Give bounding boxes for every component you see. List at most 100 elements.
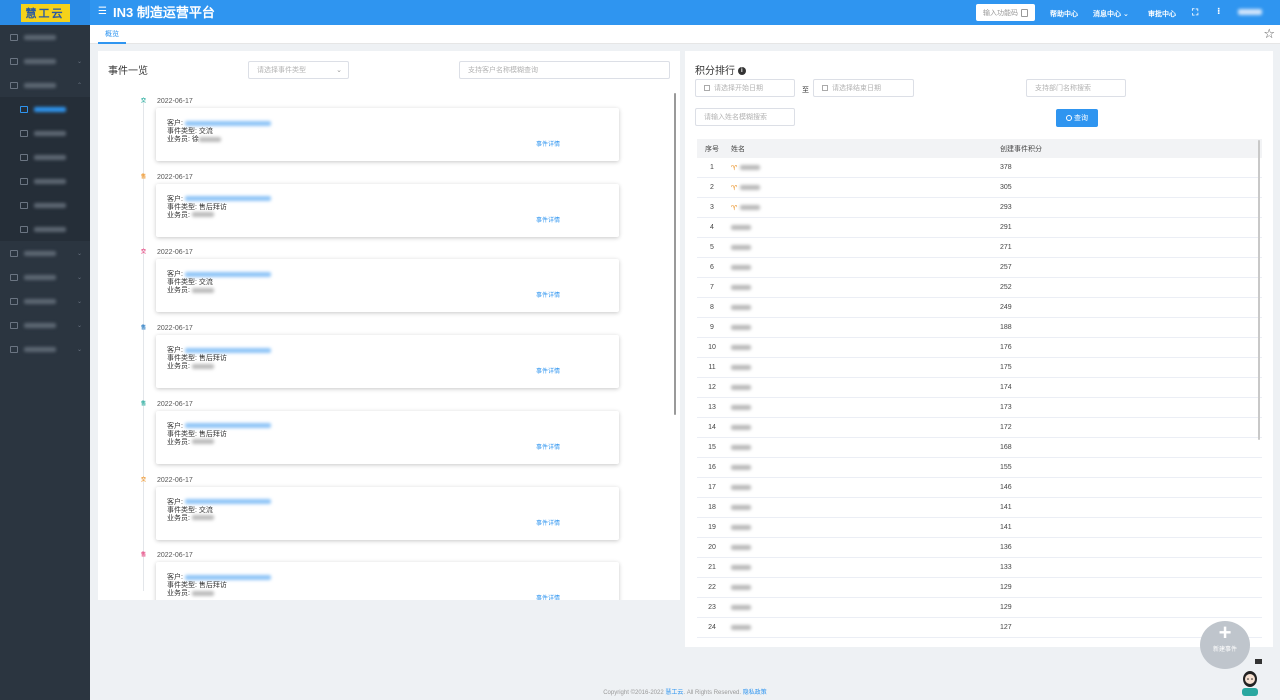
logo[interactable]: 慧工云 (0, 0, 90, 25)
quick-code-input[interactable]: 输入功能码 (976, 4, 1035, 21)
customer-name-link[interactable] (184, 574, 271, 580)
vertical-dots-icon[interactable]: ⁝ (1217, 6, 1220, 17)
table-row: 14 172 (697, 418, 1262, 438)
top-bar: 慧工云 ☰ IN3 制造运营平台 输入功能码 帮助中心 消息中心 ⌄ 审批中心 … (0, 0, 1280, 25)
score-cell: 249 (1000, 304, 1012, 311)
end-date-input[interactable]: 请选择结束日期 (813, 79, 914, 97)
rank-cell: 3 (710, 204, 714, 211)
sidebar-item-sub-4[interactable] (0, 169, 90, 193)
event-type: 事件类型: 售后拜访 (167, 430, 227, 438)
hamburger-icon[interactable]: ☰ (98, 7, 107, 17)
score-cell: 271 (1000, 244, 1012, 251)
customer-name-link[interactable] (184, 499, 271, 505)
customer-name-link[interactable] (184, 120, 271, 126)
timeline-dot: 售 (140, 552, 146, 559)
name-cell (727, 225, 997, 230)
event-date: 2022-06-17 (157, 98, 193, 105)
events-scrollbar[interactable] (674, 93, 676, 415)
score-cell: 129 (1000, 604, 1012, 611)
sidebar-item-menu-2[interactable]: ⌄ (0, 49, 90, 73)
score-cell: 146 (1000, 484, 1012, 491)
sidebar-item-home[interactable] (0, 25, 90, 49)
event-date: 2022-06-17 (157, 552, 193, 560)
event-detail-link[interactable]: 事件详情 (536, 292, 560, 300)
approval-center-link[interactable]: 审批中心 (1148, 9, 1176, 19)
sidebar-item-menu-4[interactable]: ⌄ (0, 241, 90, 265)
footer-brand-link[interactable]: 慧工云 (665, 690, 683, 696)
sidebar-item-menu-8[interactable]: ⌄ (0, 337, 90, 361)
sidebar-item-sub-5[interactable] (0, 193, 90, 217)
rank-cell: 22 (708, 584, 716, 591)
help-center-link[interactable]: 帮助中心 (1050, 9, 1078, 19)
name-cell (727, 445, 997, 450)
fullscreen-icon[interactable]: ⛶ (1192, 7, 1198, 18)
event-card: 客户: 事件类型: 售后拜访 业务员: 事件详情 (156, 410, 619, 464)
event-card: 客户: 事件类型: 售后拜访 业务员: 事件详情 (156, 183, 619, 237)
chevron-down-icon: ⌄ (76, 250, 82, 257)
event-detail-link[interactable]: 事件详情 (536, 595, 560, 600)
star-icon[interactable]: ☆ (1263, 26, 1275, 42)
event-type: 事件类型: 售后拜访 (167, 203, 227, 211)
name-cell (727, 505, 997, 510)
event-detail-link[interactable]: 事件详情 (536, 141, 560, 149)
event-staff: 业务员: (167, 363, 214, 371)
timeline-dot: 售 (140, 325, 146, 332)
rank-cell: 24 (708, 624, 716, 631)
chevron-down-icon: ⌄ (336, 67, 342, 74)
rank-cell: 5 (710, 244, 714, 251)
event-detail-link[interactable]: 事件详情 (536, 217, 560, 225)
customer-name-link[interactable] (184, 423, 271, 429)
chart-icon (20, 225, 28, 233)
folder-icon (10, 81, 18, 89)
timeline-dot: 售 (140, 173, 146, 180)
sidebar-item-menu-7[interactable]: ⌄ (0, 313, 90, 337)
score-cell: 188 (1000, 324, 1012, 331)
event-detail-link[interactable]: 事件详情 (536, 368, 560, 376)
table-row: 3 ♈ 293 (697, 198, 1262, 218)
score-cell: 141 (1000, 504, 1012, 511)
name-cell (727, 625, 997, 630)
name-cell (727, 565, 997, 570)
event-staff: 业务员: 徐 (167, 136, 221, 144)
table-row: 6 257 (697, 258, 1262, 278)
event-type-select[interactable]: 请选择事件类型 ⌄ (248, 61, 349, 79)
rank-cell: 21 (708, 564, 716, 571)
rank-cell: 10 (708, 344, 716, 351)
privacy-link[interactable]: 隐私政策 (743, 690, 767, 696)
sidebar-item-overview[interactable] (0, 97, 90, 121)
sidebar-item-menu-3[interactable]: ⌃ (0, 73, 90, 97)
score-cell: 305 (1000, 184, 1012, 191)
event-detail-link[interactable]: 事件详情 (536, 444, 560, 452)
start-date-input[interactable]: 请选择开始日期 (695, 79, 795, 97)
name-cell: ♈ (727, 164, 997, 172)
events-title: 事件一览 (108, 66, 148, 77)
user-name[interactable] (1238, 9, 1262, 15)
customer-name-link[interactable] (184, 272, 271, 278)
rank-cell: 9 (710, 324, 714, 331)
query-button[interactable]: 查询 (1056, 109, 1098, 127)
name-search-input[interactable]: 请输入姓名模糊搜索 (695, 108, 795, 126)
sidebar-item-sub-6[interactable] (0, 217, 90, 241)
table-row: 18 141 (697, 498, 1262, 518)
score-cell: 291 (1000, 224, 1012, 231)
tab-overview[interactable]: 概览 (98, 28, 126, 44)
customer-name-link[interactable] (184, 347, 271, 353)
score-cell: 257 (1000, 264, 1012, 271)
search-icon (1066, 115, 1072, 121)
message-center-link[interactable]: 消息中心 ⌄ (1093, 9, 1129, 19)
info-icon[interactable]: i (737, 67, 746, 76)
table-row: 13 173 (697, 398, 1262, 418)
customer-search-input[interactable]: 支持客户名称模糊查询 (459, 61, 670, 79)
event-card: 客户: 事件类型: 售后拜访 业务员: 事件详情 (156, 335, 619, 389)
sidebar-item-sub-3[interactable] (0, 145, 90, 169)
ranking-scrollbar[interactable] (1258, 140, 1260, 440)
sidebar-item-menu-5[interactable]: ⌄ (0, 265, 90, 289)
event-date: 2022-06-17 (157, 173, 193, 181)
sidebar-item-menu-6[interactable]: ⌄ (0, 289, 90, 313)
event-detail-link[interactable]: 事件详情 (536, 520, 560, 528)
department-search-input[interactable]: 支持部门名称搜索 (1026, 79, 1126, 97)
customer-name-link[interactable] (184, 196, 271, 202)
score-cell: 155 (1000, 464, 1012, 471)
rank-cell: 18 (708, 504, 716, 511)
sidebar-item-sub-2[interactable] (0, 121, 90, 145)
